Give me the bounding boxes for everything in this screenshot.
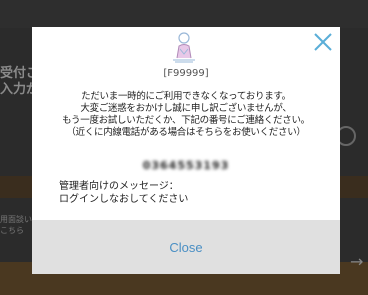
background-arrow-icon: →: [350, 252, 364, 271]
close-icon[interactable]: [312, 31, 334, 53]
person-bowing-icon: [171, 31, 197, 65]
error-message-line: もう一度お試しいただくか、下記の番号にご連絡ください。: [62, 115, 310, 126]
error-message-line: （近くに内線電話がある場合はそちらをお使いください）: [66, 127, 306, 138]
background-small-text-2: こちら: [0, 226, 24, 235]
error-message-line: 大変ご迷惑をおかけし誠に申し訳ございませんが、: [80, 103, 292, 114]
admin-message-label: 管理者向けのメッセージ：: [59, 181, 179, 192]
dialog-footer: Close: [32, 220, 340, 274]
error-message-line: ただいま一時的にご利用できなくなっております。: [81, 91, 291, 102]
error-code: [F99999]: [163, 68, 209, 79]
background-small-text-1: 用面談い: [0, 215, 32, 224]
background-topbar: [0, 0, 368, 28]
error-dialog: [F99999] ただいま一時的にご利用できなくなっております。 大変ご迷惑をお…: [32, 27, 340, 274]
admin-message-text: ログインしなおしてください: [59, 194, 189, 205]
error-message: ただいま一時的にご利用できなくなっております。 大変ご迷惑をおかけし誠に申し訳ご…: [32, 91, 340, 139]
support-phone-number: 0364553193: [142, 159, 230, 172]
close-button[interactable]: Close: [32, 220, 340, 274]
